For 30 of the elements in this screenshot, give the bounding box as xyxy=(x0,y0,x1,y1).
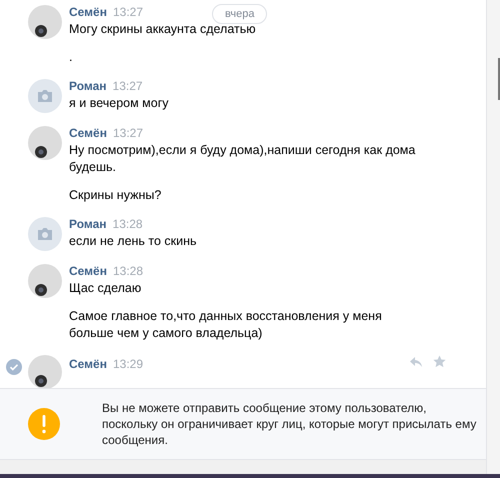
message-text: если не лень то скинь xyxy=(69,233,198,250)
author-name[interactable]: Семён xyxy=(69,356,107,370)
message-time: 13:28 xyxy=(112,264,144,278)
author-name[interactable]: Роман xyxy=(69,79,107,93)
notice-text: Вы не можете отправить сообщение этому пользователю, поскольку он ограничивает круг лиц, которые могут присылать ему сообщения. xyxy=(102,400,478,448)
message-text: Скрины нужны? xyxy=(69,187,162,204)
message-time: 13:29 xyxy=(112,356,144,370)
warning-icon xyxy=(28,408,60,440)
reply-icon[interactable] xyxy=(409,356,423,368)
message-text: Могу скрины аккаунта сделатью xyxy=(69,21,257,38)
scrollbar-thumb[interactable] xyxy=(498,58,500,100)
message-time: 13:27 xyxy=(112,5,144,19)
message-time: 13:27 xyxy=(112,126,144,140)
camera-avatar-icon[interactable] xyxy=(28,217,62,251)
message-time: 13:27 xyxy=(112,79,143,93)
message-text: Ну посмотрим),если я буду дома),напиши сегодня как дома будешь. xyxy=(69,142,416,176)
author-name[interactable]: Семён xyxy=(69,126,107,140)
author-name[interactable]: Роман xyxy=(69,217,107,231)
check-icon[interactable] xyxy=(6,359,22,375)
message-text: . xyxy=(69,49,74,66)
author-name[interactable]: Семён xyxy=(69,264,107,278)
camera-avatar-icon[interactable] xyxy=(28,79,62,113)
scrollbar[interactable] xyxy=(487,0,500,474)
message-time: 13:28 xyxy=(112,217,143,231)
star-icon[interactable] xyxy=(433,355,446,368)
message-text: я и вечером могу xyxy=(69,95,170,112)
date-pill: вчера xyxy=(212,4,268,24)
message-text: Самое главное то,что данных восстановления у меня больше чем у самого владельца) xyxy=(69,308,383,342)
message-text: Щас сделаю xyxy=(69,280,142,297)
author-name[interactable]: Семён xyxy=(69,5,107,19)
